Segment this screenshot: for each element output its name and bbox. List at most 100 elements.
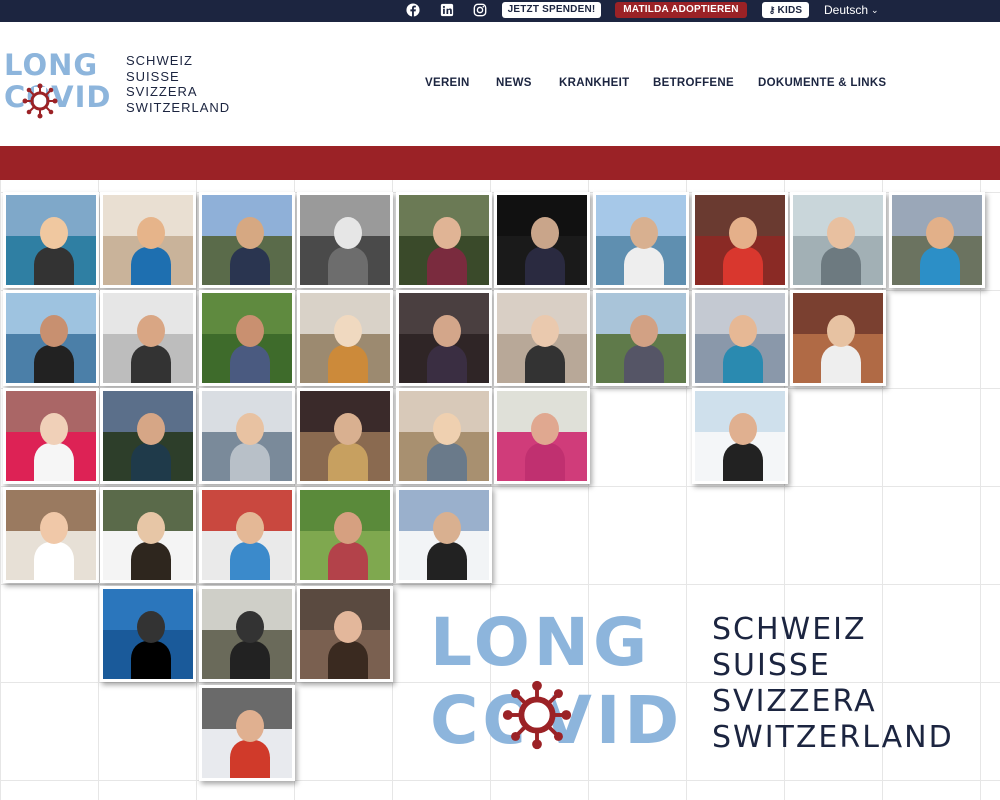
member-photo <box>100 388 196 484</box>
person-face <box>236 710 264 742</box>
person-figure <box>525 345 565 383</box>
nav-verein[interactable]: VEREIN <box>425 77 470 89</box>
person-figure <box>34 443 74 481</box>
person-figure <box>427 247 467 285</box>
person-face <box>630 315 658 347</box>
member-photo <box>396 290 492 386</box>
member-photo <box>494 290 590 386</box>
member-photo <box>100 586 196 682</box>
facebook-icon[interactable] <box>405 2 421 18</box>
person-figure <box>723 443 763 481</box>
member-photo <box>3 192 99 288</box>
logo-word: SVIZZERA <box>126 84 198 99</box>
person-figure <box>624 247 664 285</box>
person-face <box>40 315 68 347</box>
instagram-icon[interactable] <box>472 2 488 18</box>
member-photo <box>199 290 295 386</box>
member-photo <box>199 685 295 781</box>
hero-logo: LONG COVID SCHWEIZ SUISSE SVIZZERA SWITZ… <box>430 610 990 770</box>
person-figure <box>131 542 171 580</box>
logo-word: SWITZERLAND <box>126 99 231 115</box>
nav-krankheit[interactable]: KRANKHEIT <box>559 77 629 89</box>
member-photo <box>297 487 393 583</box>
member-photo <box>692 192 788 288</box>
member-photo <box>297 192 393 288</box>
virus-icon <box>22 83 58 119</box>
person-face <box>236 413 264 445</box>
member-photo <box>692 388 788 484</box>
person-face <box>531 217 559 249</box>
person-figure <box>131 247 171 285</box>
person-face <box>433 315 461 347</box>
member-photo <box>889 192 985 288</box>
person-face <box>236 217 264 249</box>
person-face <box>531 413 559 445</box>
member-photo <box>790 192 886 288</box>
person-figure <box>131 345 171 383</box>
member-photo <box>199 388 295 484</box>
member-photo <box>494 388 590 484</box>
person-face <box>433 413 461 445</box>
person-figure <box>723 247 763 285</box>
person-face <box>827 217 855 249</box>
site-header: LONG COVID SCHWEIZ SUISSE SVIZZERA SWITZ… <box>0 22 1000 146</box>
logo-word: SUISSE <box>126 68 180 84</box>
person-icon: ⚷ <box>768 5 776 15</box>
person-face <box>334 217 362 249</box>
person-figure <box>34 247 74 285</box>
person-figure <box>328 542 368 580</box>
person-figure <box>525 247 565 285</box>
person-face <box>40 512 68 544</box>
person-face <box>137 413 165 445</box>
member-photo <box>3 487 99 583</box>
hero-logo-word: SWITZERLAND <box>712 720 954 755</box>
person-face <box>137 611 165 643</box>
hero-logo-words: SCHWEIZ SUISSE SVIZZERA SWITZERLAND <box>712 612 954 756</box>
nav-news[interactable]: NEWS <box>496 77 532 89</box>
donate-button[interactable]: JETZT SPENDEN! <box>502 2 601 18</box>
person-face <box>334 512 362 544</box>
adopt-matilda-button[interactable]: MATILDA ADOPTIEREN <box>615 2 747 18</box>
person-face <box>40 217 68 249</box>
member-photo <box>692 290 788 386</box>
person-figure <box>328 247 368 285</box>
top-bar: JETZT SPENDEN! MATILDA ADOPTIEREN ⚷ KIDS … <box>0 0 1000 22</box>
virus-icon <box>502 680 572 750</box>
member-photo <box>297 388 393 484</box>
kids-button[interactable]: ⚷ KIDS <box>762 2 809 18</box>
hero-logo-long: LONG <box>430 604 652 681</box>
red-banner <box>0 146 1000 180</box>
language-label: Deutsch <box>824 3 869 17</box>
hero-logo-word: SUISSE <box>712 648 831 683</box>
member-photo <box>297 586 393 682</box>
person-figure <box>723 345 763 383</box>
person-figure <box>230 641 270 679</box>
person-face <box>531 315 559 347</box>
person-figure <box>230 443 270 481</box>
person-figure <box>624 345 664 383</box>
logo-words: SCHWEIZ SUISSE SVIZZERA SWITZERLAND <box>126 53 230 115</box>
person-face <box>433 217 461 249</box>
person-figure <box>131 443 171 481</box>
nav-betroffene[interactable]: BETROFFENE <box>653 77 734 89</box>
member-photo <box>593 192 689 288</box>
language-selector[interactable]: Deutsch ⌄ <box>824 3 879 17</box>
member-photo <box>396 388 492 484</box>
logo-word: SCHWEIZ <box>126 53 193 68</box>
person-face <box>729 315 757 347</box>
member-photo <box>494 192 590 288</box>
person-face <box>137 315 165 347</box>
kids-label: KIDS <box>777 5 803 16</box>
person-figure <box>230 247 270 285</box>
member-photo <box>593 290 689 386</box>
logo-long: LONG <box>4 48 99 82</box>
chevron-down-icon: ⌄ <box>871 5 879 15</box>
person-face <box>40 413 68 445</box>
person-face <box>236 611 264 643</box>
member-photo <box>3 290 99 386</box>
nav-dokumente-links[interactable]: DOKUMENTE & LINKS <box>758 77 886 89</box>
person-face <box>926 217 954 249</box>
site-logo[interactable]: LONG COVID SCHWEIZ SUISSE SVIZZERA SWITZ… <box>4 50 244 120</box>
linkedin-icon[interactable] <box>439 2 455 18</box>
person-figure <box>34 542 74 580</box>
